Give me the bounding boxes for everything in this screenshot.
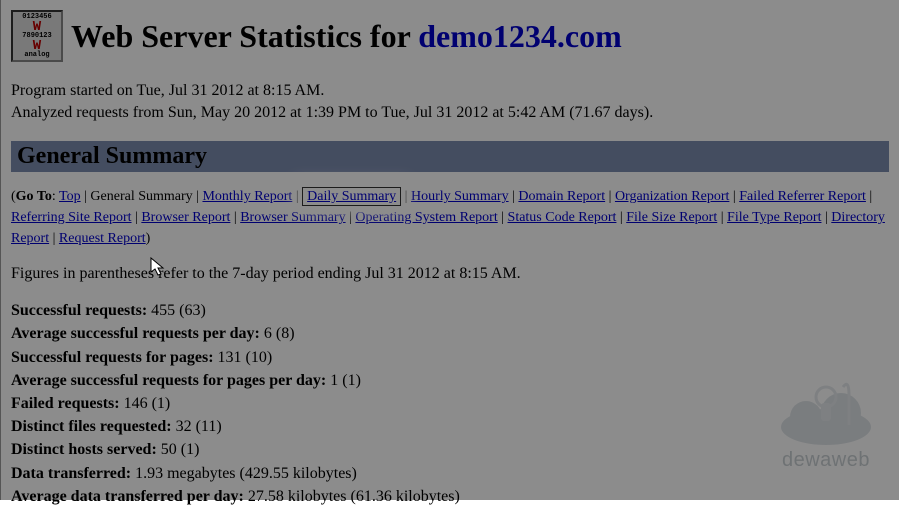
nav-link-organization-report[interactable]: Organization Report [615, 189, 729, 204]
stat-row: Average successful requests per day: 6 (… [11, 322, 889, 345]
meta-line-2: Analyzed requests from Sun, May 20 2012 … [11, 102, 889, 124]
stat-value: 146 (1) [124, 395, 171, 412]
stat-row: Failed requests: 146 (1) [11, 392, 889, 415]
page-title: 0123456W7890123Wanalog Web Server Statis… [11, 10, 889, 62]
stat-label: Distinct hosts served: [11, 441, 157, 458]
stat-label: Average successful requests for pages pe… [11, 372, 326, 389]
stat-row: Distinct hosts served: 50 (1) [11, 438, 889, 461]
nav-highlight: Daily Summary [302, 187, 401, 206]
nav-link-monthly-report[interactable]: Monthly Report [202, 189, 292, 204]
stat-label: Failed requests: [11, 395, 120, 412]
nav-link-referring-site-report[interactable]: Referring Site Report [11, 210, 132, 225]
stat-label: Successful requests: [11, 302, 147, 319]
nav-link-browser-report[interactable]: Browser Report [141, 210, 230, 225]
stat-value: 27.58 kilobytes (61.36 kilobytes) [248, 488, 460, 505]
stat-label: Average data transferred per day: [11, 488, 244, 505]
stat-label: Successful requests for pages: [11, 349, 214, 366]
nav-link-domain-report[interactable]: Domain Report [518, 189, 605, 204]
stat-value: 1.93 megabytes (429.55 kilobytes) [135, 465, 357, 482]
nav-link-failed-referrer-report[interactable]: Failed Referrer Report [739, 189, 866, 204]
report-nav: (Go To: Top | General Summary | Monthly … [11, 186, 889, 249]
nav-link-hourly-summary[interactable]: Hourly Summary [411, 189, 509, 204]
nav-link-operating-system-report[interactable]: Operating System Report [355, 210, 497, 225]
stat-value: 6 (8) [264, 325, 295, 342]
meta-line-1: Program started on Tue, Jul 31 2012 at 8… [11, 80, 889, 102]
stat-value: 50 (1) [161, 441, 200, 458]
stat-row: Average successful requests for pages pe… [11, 369, 889, 392]
figures-note: Figures in parentheses refer to the 7-da… [11, 265, 889, 283]
nav-link-file-type-report[interactable]: File Type Report [727, 210, 821, 225]
stat-row: Distinct files requested: 32 (11) [11, 415, 889, 438]
section-heading: General Summary [17, 143, 883, 170]
goto-label: Go To [16, 189, 52, 204]
stat-row: Successful requests: 455 (63) [11, 299, 889, 322]
nav-link-request-report[interactable]: Request Report [59, 231, 146, 246]
stat-label: Data transferred: [11, 465, 131, 482]
nav-link-browser-summary[interactable]: Browser Summary [240, 210, 345, 225]
nav-current: General Summary [90, 189, 192, 204]
title-prefix: Web Server Statistics for [71, 18, 418, 54]
stat-row: Successful requests for pages: 131 (10) [11, 346, 889, 369]
analog-logo-icon: 0123456W7890123Wanalog [11, 10, 63, 62]
nav-link-daily-summary[interactable]: Daily Summary [307, 189, 396, 204]
stat-value: 1 (1) [330, 372, 361, 389]
nav-link-top[interactable]: Top [59, 189, 81, 204]
stat-row: Average data transferred per day: 27.58 … [11, 485, 889, 508]
stats-block: Successful requests: 455 (63) Average su… [11, 299, 889, 508]
stat-value: 455 (63) [151, 302, 206, 319]
title-domain: demo1234.com [418, 18, 622, 54]
stat-row: Data transferred: 1.93 megabytes (429.55… [11, 462, 889, 485]
stat-label: Average successful requests per day: [11, 325, 260, 342]
nav-link-status-code-report[interactable]: Status Code Report [508, 210, 617, 225]
stat-value: 32 (11) [176, 418, 222, 435]
section-bar: General Summary [11, 141, 889, 172]
stat-value: 131 (10) [218, 349, 273, 366]
program-meta: Program started on Tue, Jul 31 2012 at 8… [11, 80, 889, 123]
nav-link-file-size-report[interactable]: File Size Report [626, 210, 717, 225]
stat-label: Distinct files requested: [11, 418, 172, 435]
